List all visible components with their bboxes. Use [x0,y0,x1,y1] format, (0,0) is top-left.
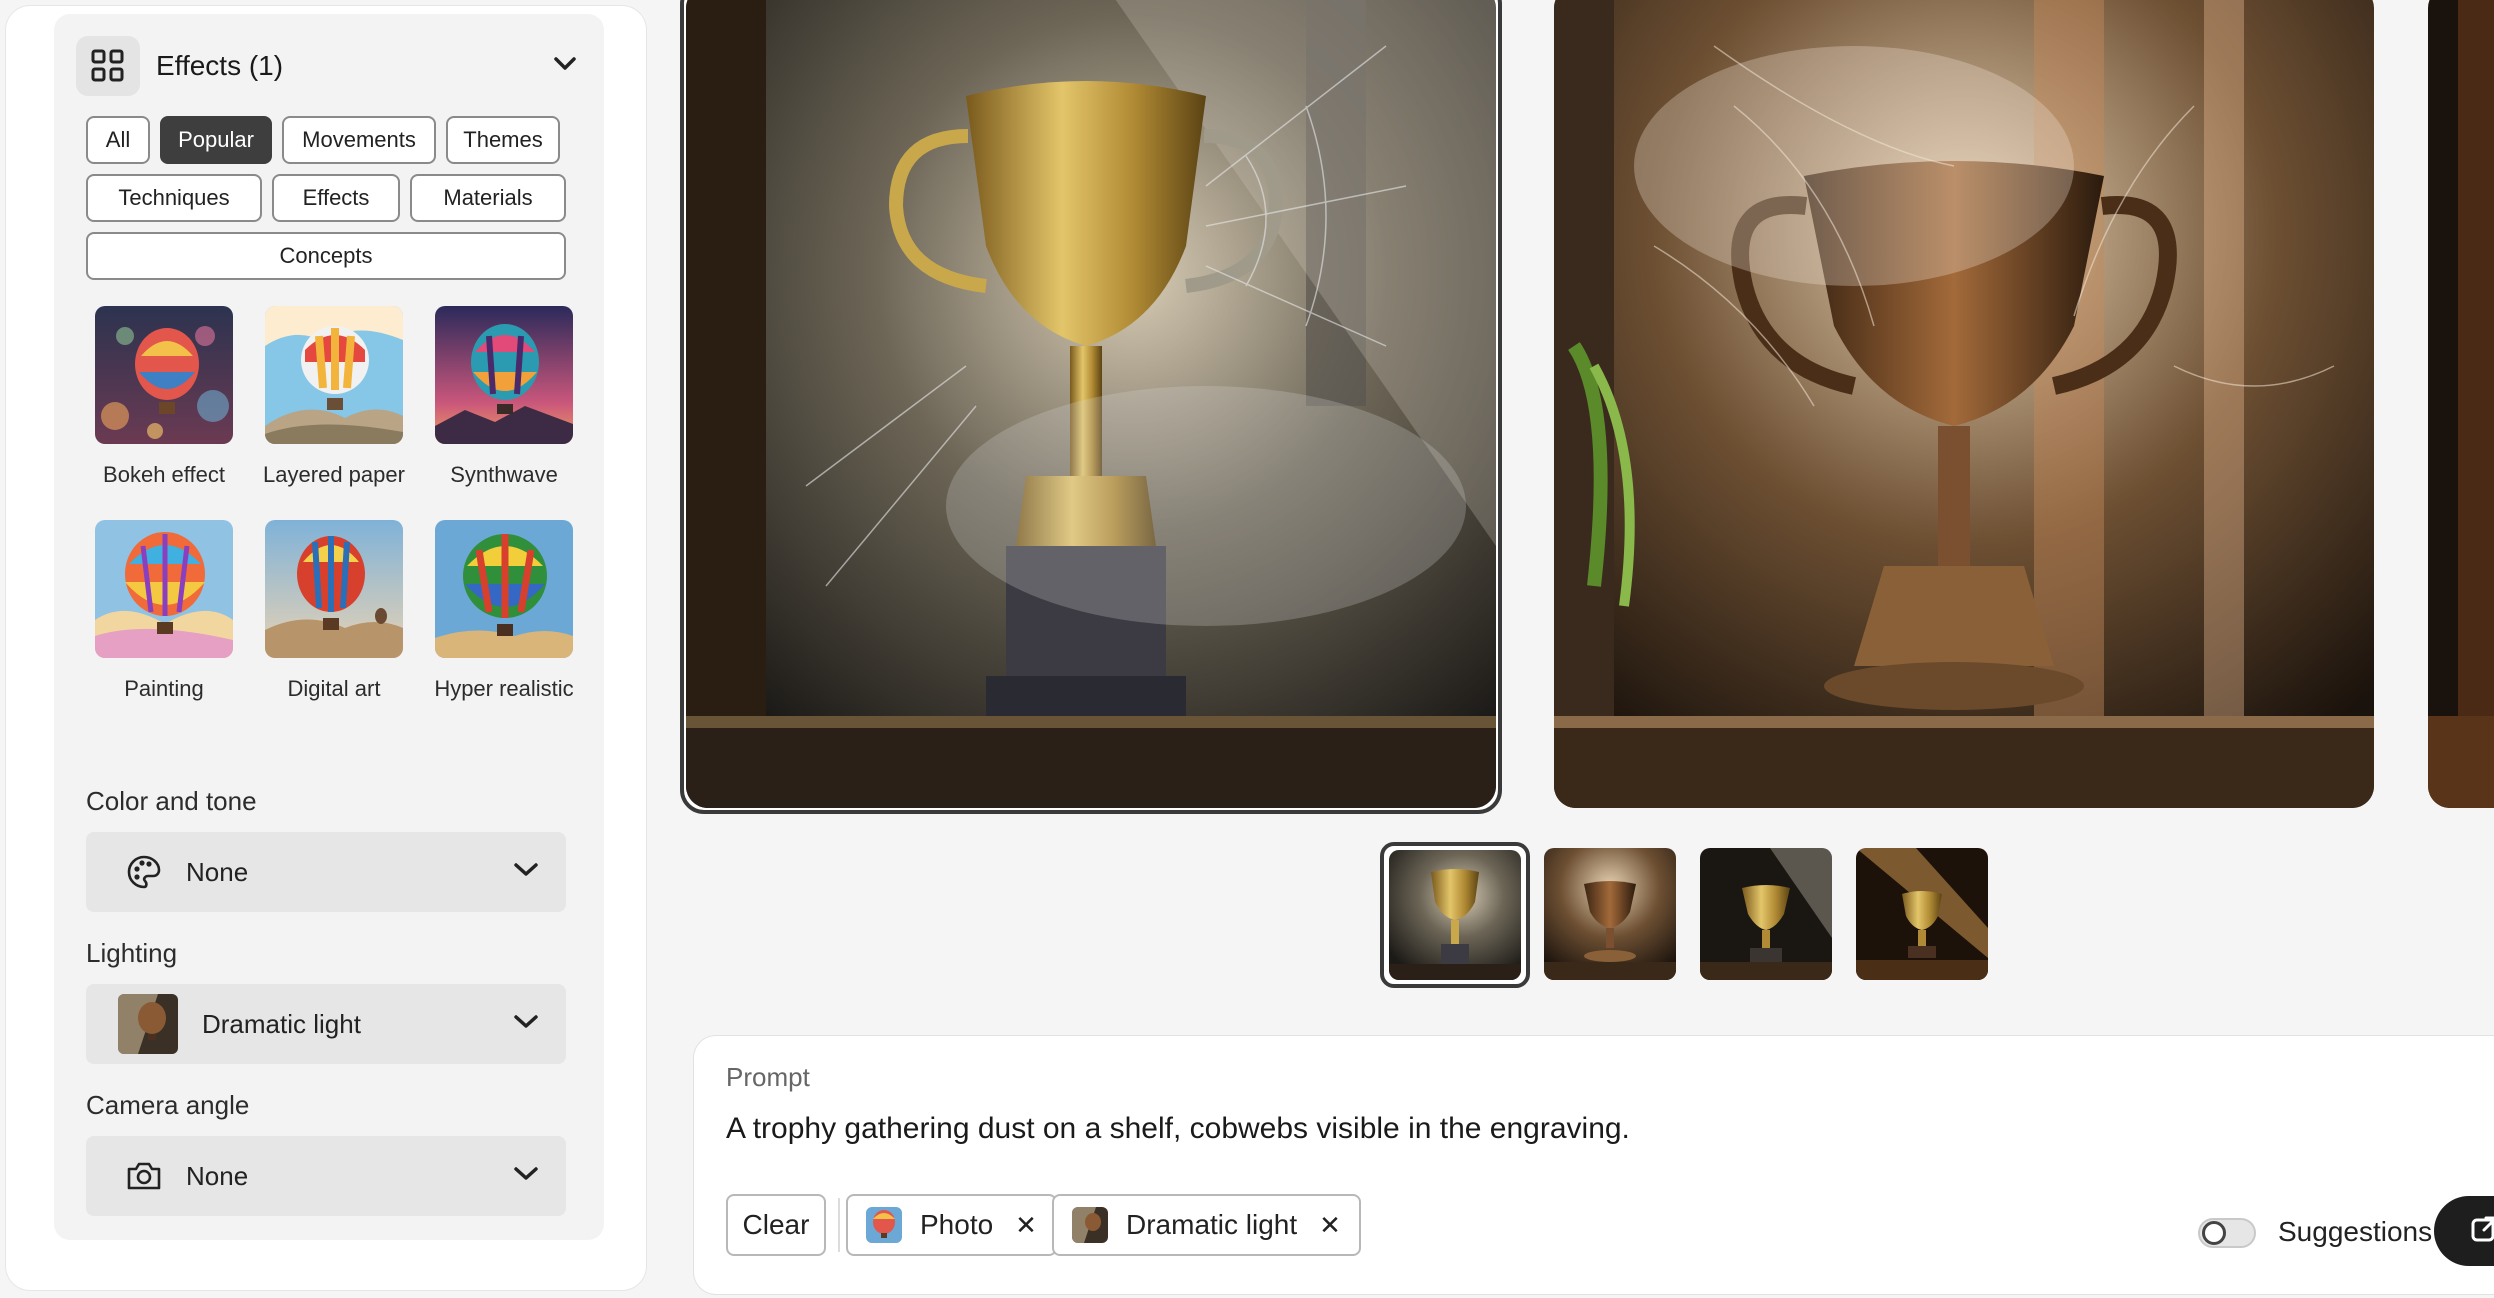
hot-air-balloon-realistic-icon [435,520,573,658]
generate-button[interactable] [2434,1196,2494,1266]
chevron-down-icon [514,1014,538,1034]
style-digital-art[interactable]: Digital art [254,520,414,702]
chip-effects[interactable]: Effects [272,174,400,222]
thumbnail-2[interactable] [1544,848,1676,980]
thumbnail-4[interactable] [1856,848,1988,980]
hot-air-balloon-digital-icon [265,520,403,658]
chip-techniques[interactable]: Techniques [86,174,262,222]
clear-button[interactable]: Clear [726,1194,826,1256]
suggestions-label: Suggestions [2278,1216,2433,1247]
remove-tag-icon[interactable]: ✕ [1015,1210,1037,1241]
effects-panel: Effects (1) All Popular Movements Themes… [6,6,646,1290]
effect-filter-chips: All Popular Movements Themes Techniques … [86,116,566,290]
photo-icon [866,1207,902,1243]
tag-dramatic-light[interactable]: Dramatic light ✕ [1052,1194,1361,1256]
tag-label: Dramatic light [1126,1209,1298,1240]
style-painting[interactable]: Painting [84,520,244,702]
divider [838,1198,840,1252]
lighting-value: Dramatic light [202,1008,361,1039]
style-layered-paper[interactable]: Layered paper [254,306,414,488]
camera-angle-label: Camera angle [86,1090,250,1120]
lighting-dropdown[interactable]: Dramatic light [86,984,566,1064]
chip-popular[interactable]: Popular [160,116,272,164]
palette-icon [126,854,162,890]
camera-angle-value: None [186,1160,249,1191]
generated-image-3-partial[interactable] [2428,0,2494,808]
style-label: Digital art [287,676,381,701]
hot-air-balloon-bokeh-icon [95,306,233,444]
prompt-card: Prompt A trophy gathering dust on a shel… [694,1036,2494,1294]
remove-tag-icon[interactable]: ✕ [1319,1210,1341,1241]
hot-air-balloon-synthwave-icon [435,306,573,444]
style-hyper-realistic[interactable]: Hyper realistic [424,520,584,702]
clear-label: Clear [742,1209,810,1240]
chip-all[interactable]: All [86,116,150,164]
chevron-down-icon [514,1166,538,1186]
generated-image-1[interactable] [686,0,1496,808]
prompt-label: Prompt [726,1062,810,1092]
chevron-down-icon [514,862,538,882]
prompt-input[interactable]: A trophy gathering dust on a shelf, cobw… [726,1112,1630,1146]
effects-section: Effects (1) All Popular Movements Themes… [54,14,604,1240]
effects-grid-icon [76,36,140,96]
style-synthwave[interactable]: Synthwave [424,306,584,488]
dramatic-light-thumbnail-icon [1072,1207,1108,1243]
color-tone-dropdown[interactable]: None [86,832,566,912]
dramatic-light-thumbnail-icon [118,994,178,1054]
thumbnail-1[interactable] [1389,850,1521,980]
color-tone-label: Color and tone [86,786,257,816]
style-label: Painting [124,676,204,701]
toggle-knob [2202,1221,2226,1245]
suggestions-toggle[interactable] [2198,1218,2256,1248]
style-thumbnails: Bokeh effect Layered paper Synthwave Pai… [84,306,584,702]
chevron-down-icon[interactable] [554,56,576,76]
style-label: Layered paper [263,462,405,487]
chip-materials[interactable]: Materials [410,174,566,222]
chip-concepts[interactable]: Concepts [86,232,566,280]
effects-header[interactable]: Effects (1) [76,36,582,96]
chip-movements[interactable]: Movements [282,116,436,164]
style-label: Synthwave [450,462,558,487]
effects-title: Effects (1) [156,50,284,81]
style-bokeh-effect[interactable]: Bokeh effect [84,306,244,488]
generated-image-2[interactable] [1554,0,2374,808]
hot-air-balloon-paper-icon [265,306,403,444]
camera-icon [126,1158,162,1194]
lighting-label: Lighting [86,938,178,968]
tag-label: Photo [920,1209,994,1240]
hot-air-balloon-painting-icon [95,520,233,658]
style-label: Hyper realistic [434,676,574,701]
style-label: Bokeh effect [103,462,225,487]
color-tone-value: None [186,856,249,887]
thumbnail-3[interactable] [1700,848,1832,980]
tag-photo[interactable]: Photo ✕ [846,1194,1057,1256]
camera-angle-dropdown[interactable]: None [86,1136,566,1216]
generate-icon [2470,1214,2494,1249]
chip-themes[interactable]: Themes [446,116,560,164]
